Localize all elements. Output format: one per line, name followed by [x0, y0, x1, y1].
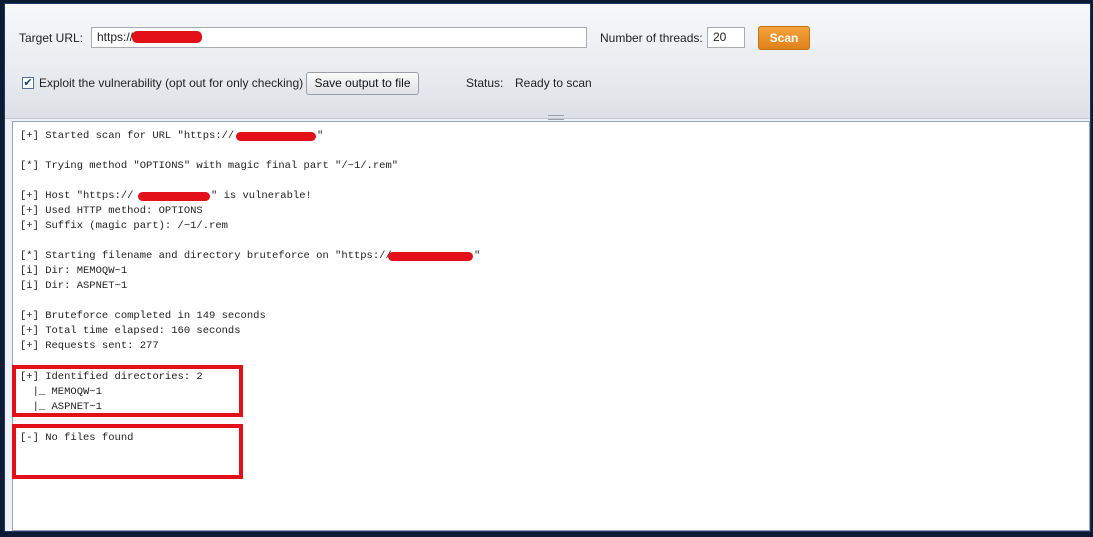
redaction-mark: [138, 192, 210, 201]
checkmark-icon: ✔: [23, 77, 33, 89]
output-line: [+] Used HTTP method: OPTIONS: [20, 205, 203, 217]
output-line: [+] Total time elapsed: 160 seconds: [20, 325, 241, 337]
output-line: ": [317, 130, 324, 142]
exploit-label: Exploit the vulnerability (opt out for o…: [39, 76, 304, 90]
output-line: [i] Dir: MEMOQW~1: [20, 265, 128, 277]
redaction-mark: [132, 31, 202, 43]
output-line: ": [474, 250, 481, 262]
redaction-mark: [388, 252, 473, 261]
toolbar: Target URL: https:// Number of threads: …: [5, 4, 1090, 120]
output-line: [+] Started scan for URL "https://: [20, 130, 235, 142]
output-line: [+] Suffix (magic part): /~1/.rem: [20, 220, 228, 232]
splitter-handle[interactable]: [548, 115, 564, 120]
output-panel[interactable]: [+] Started scan for URL "https:// " [*]…: [12, 121, 1090, 531]
output-line: [+] Requests sent: 277: [20, 340, 159, 352]
highlight-box-files: [12, 424, 243, 479]
exploit-checkbox[interactable]: ✔: [22, 77, 34, 89]
target-url-label: Target URL:: [19, 31, 84, 45]
output-line: [*] Trying method "OPTIONS" with magic f…: [20, 160, 399, 172]
app-window: Target URL: https:// Number of threads: …: [5, 4, 1090, 531]
output-line: " is vulnerable!: [211, 190, 312, 202]
scan-button[interactable]: Scan: [758, 26, 810, 50]
output-line: [i] Dir: ASPNET~1: [20, 280, 128, 292]
output-line: [+] Host "https://: [20, 190, 134, 202]
output-line: [+] Bruteforce completed in 149 seconds: [20, 310, 266, 322]
status-label: Status:: [466, 76, 504, 90]
threads-value: 20: [713, 30, 727, 44]
output-line: [*] Starting filename and directory brut…: [20, 250, 392, 262]
threads-label: Number of threads:: [600, 31, 703, 45]
highlight-box-directories: [12, 365, 243, 417]
save-output-button[interactable]: Save output to file: [306, 72, 419, 95]
redaction-mark: [236, 132, 316, 141]
threads-input[interactable]: 20: [707, 27, 745, 48]
target-url-value: https://: [97, 30, 134, 44]
status-value: Ready to scan: [515, 76, 592, 90]
